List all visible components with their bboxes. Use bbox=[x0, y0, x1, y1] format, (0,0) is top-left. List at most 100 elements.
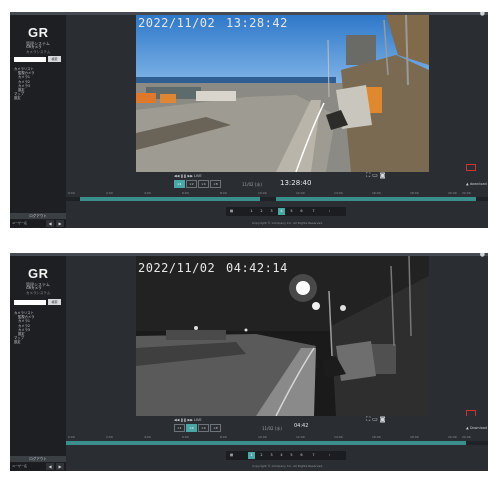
speed-x8-button[interactable]: ×8 bbox=[210, 180, 221, 188]
page-5[interactable]: 5 bbox=[288, 208, 295, 215]
tl-tick: 14:00 bbox=[334, 435, 343, 439]
user-icon[interactable]: ● bbox=[480, 253, 485, 258]
copyright: Copyright © Company Inc. All Rights Rese… bbox=[252, 464, 324, 468]
page-4[interactable]: 4 bbox=[278, 452, 285, 459]
pagination: ▦ 1 2 3 4 5 6 7 › bbox=[226, 207, 346, 216]
prev-arrow-icon[interactable]: ◀ bbox=[46, 463, 54, 470]
recording-segment[interactable] bbox=[80, 197, 260, 201]
tl-tick: 16:00 bbox=[372, 191, 381, 195]
sidebar-nav: カメラリスト 監視カメラ カメラ1 カメラ2 カメラ3 設定 マップ 設定 bbox=[14, 67, 64, 101]
download-button[interactable]: ▲ Download bbox=[466, 426, 487, 430]
live-label: LIVE bbox=[194, 418, 202, 422]
sidebar: GR 管理システム GRカメラ カメラシステム 検索 カメラリスト 監視カメラ … bbox=[10, 256, 66, 471]
rewind-icon[interactable]: ◀◀ bbox=[174, 418, 179, 422]
playback-time: 04:42 bbox=[294, 423, 309, 429]
rewind-icon[interactable]: ◀◀ bbox=[174, 174, 179, 178]
pause-icon[interactable]: ❚❚ bbox=[181, 418, 188, 422]
speed-x4-button[interactable]: ×4 bbox=[198, 424, 209, 432]
nav-item-settings[interactable]: 設定 bbox=[14, 340, 64, 344]
next-arrow-icon[interactable]: ▶ bbox=[56, 220, 64, 227]
playback-date: 11/02 (水) bbox=[242, 182, 262, 187]
next-arrow-icon[interactable]: ▶ bbox=[56, 463, 64, 470]
tl-tick: 12:00 bbox=[296, 191, 305, 195]
live-label-row: ◀◀ ❚❚ ▶▶ LIVE bbox=[174, 174, 202, 178]
copyright: Copyright © Company Inc. All Rights Rese… bbox=[252, 221, 324, 225]
search-button[interactable]: 検索 bbox=[48, 56, 61, 62]
fullscreen-icon[interactable]: ⛶ ▭ ◙ bbox=[366, 416, 386, 424]
logout-button[interactable]: ログアウト bbox=[10, 213, 66, 219]
recording-segment[interactable] bbox=[66, 441, 466, 445]
speed-x2-button[interactable]: ×2 bbox=[186, 424, 197, 432]
live-label-row: ◀◀ ❚❚ ▶▶ LIVE bbox=[174, 418, 202, 422]
playback-date: 11/02 (水) bbox=[262, 426, 282, 431]
tl-tick: 6:00 bbox=[182, 191, 189, 195]
page-1[interactable]: 1 bbox=[248, 452, 255, 459]
page-2[interactable]: 2 bbox=[258, 208, 265, 215]
camera-video-feed[interactable]: 2022/11/02 04:42:14 bbox=[136, 256, 429, 416]
camera-viewer-day: ● GR 管理システム GRカメラ カメラシステム 検索 カメラリスト 監視カメ… bbox=[10, 12, 488, 228]
tl-tick: 22:00 bbox=[462, 191, 471, 195]
fullscreen-icon[interactable]: ⛶ ▭ ◙ bbox=[366, 172, 386, 180]
sidebar-footer-bar: ユーザー名 ◀ ▶ bbox=[10, 463, 66, 470]
download-button[interactable]: ▲ download bbox=[466, 182, 487, 186]
tl-tick: 10:00 bbox=[258, 191, 267, 195]
overlay-date: 2022/11/02 bbox=[138, 261, 216, 275]
overlay-time: 04:42:14 bbox=[226, 261, 288, 275]
pagination: ▦ 1 2 3 4 5 6 7 › bbox=[226, 451, 346, 460]
grid-icon[interactable]: ▦ bbox=[228, 452, 235, 459]
speed-x1-button[interactable]: ×1 bbox=[174, 180, 185, 188]
tl-tick: 20:00 bbox=[448, 191, 457, 195]
sidebar-footer-bar: ユーザー名 ◀ ▶ bbox=[10, 220, 66, 227]
page-2[interactable]: 2 bbox=[258, 452, 265, 459]
user-icon[interactable]: ● bbox=[480, 12, 485, 17]
day-scene bbox=[136, 15, 429, 172]
user-name: ユーザー名 bbox=[12, 221, 27, 225]
user-name: ユーザー名 bbox=[12, 464, 27, 468]
page-7[interactable]: 7 bbox=[310, 208, 317, 215]
tl-tick: 4:00 bbox=[144, 435, 151, 439]
tl-tick: 16:00 bbox=[372, 435, 381, 439]
app-logo: GR bbox=[28, 266, 49, 281]
speed-x8-button[interactable]: ×8 bbox=[210, 424, 221, 432]
page-5[interactable]: 5 bbox=[288, 452, 295, 459]
playback-controls: ◀◀ ❚❚ ▶▶ LIVE ×1 ×2 ×4 ×8 11/02 (水) 13:2… bbox=[66, 172, 488, 228]
tl-tick: 4:00 bbox=[144, 191, 151, 195]
tl-tick: 20:00 bbox=[448, 435, 457, 439]
tl-tick: 8:00 bbox=[220, 191, 227, 195]
page-1[interactable]: 1 bbox=[248, 208, 255, 215]
page-3[interactable]: 3 bbox=[268, 452, 275, 459]
camera-video-feed[interactable]: 2022/11/02 13:28:42 bbox=[136, 15, 429, 172]
forward-icon[interactable]: ▶▶ bbox=[188, 418, 193, 422]
tl-tick: 18:00 bbox=[410, 191, 419, 195]
search-input[interactable] bbox=[14, 300, 46, 305]
next-page-icon[interactable]: › bbox=[326, 208, 333, 215]
live-label: LIVE bbox=[194, 174, 202, 178]
page-6[interactable]: 6 bbox=[298, 452, 305, 459]
download-label: download bbox=[469, 182, 487, 186]
speed-x2-button[interactable]: ×2 bbox=[186, 180, 197, 188]
sidebar-nav: カメラリスト 監視カメラ カメラ1 カメラ2 カメラ3 設定 マップ 設定 bbox=[14, 311, 64, 345]
playback-controls: ◀◀ ❚❚ ▶▶ LIVE ×1 ×2 ×4 ×8 11/02 (水) 04:4… bbox=[66, 416, 488, 471]
grid-icon[interactable]: ▦ bbox=[228, 208, 235, 215]
brand-line-2: カメラシステム bbox=[26, 291, 51, 295]
recording-segment[interactable] bbox=[276, 197, 476, 201]
next-page-icon[interactable]: › bbox=[326, 452, 333, 459]
forward-icon[interactable]: ▶▶ bbox=[188, 174, 193, 178]
nav-item-settings[interactable]: 設定 bbox=[14, 96, 64, 100]
search-input[interactable] bbox=[14, 57, 46, 62]
page-4[interactable]: 4 bbox=[278, 208, 285, 215]
page-6[interactable]: 6 bbox=[298, 208, 305, 215]
page-3[interactable]: 3 bbox=[268, 208, 275, 215]
speed-x4-button[interactable]: ×4 bbox=[198, 180, 209, 188]
download-label: Download bbox=[469, 426, 488, 430]
logout-button[interactable]: ログアウト bbox=[10, 456, 66, 462]
pause-icon[interactable]: ❚❚ bbox=[181, 174, 188, 178]
tl-tick: 0:00 bbox=[68, 191, 75, 195]
search-button[interactable]: 検索 bbox=[48, 299, 61, 305]
speed-x1-button[interactable]: ×1 bbox=[174, 424, 185, 432]
page-7[interactable]: 7 bbox=[310, 452, 317, 459]
prev-arrow-icon[interactable]: ◀ bbox=[46, 220, 54, 227]
tl-tick: 0:00 bbox=[68, 435, 75, 439]
night-scene bbox=[136, 256, 429, 416]
tl-tick: 2:00 bbox=[106, 191, 113, 195]
